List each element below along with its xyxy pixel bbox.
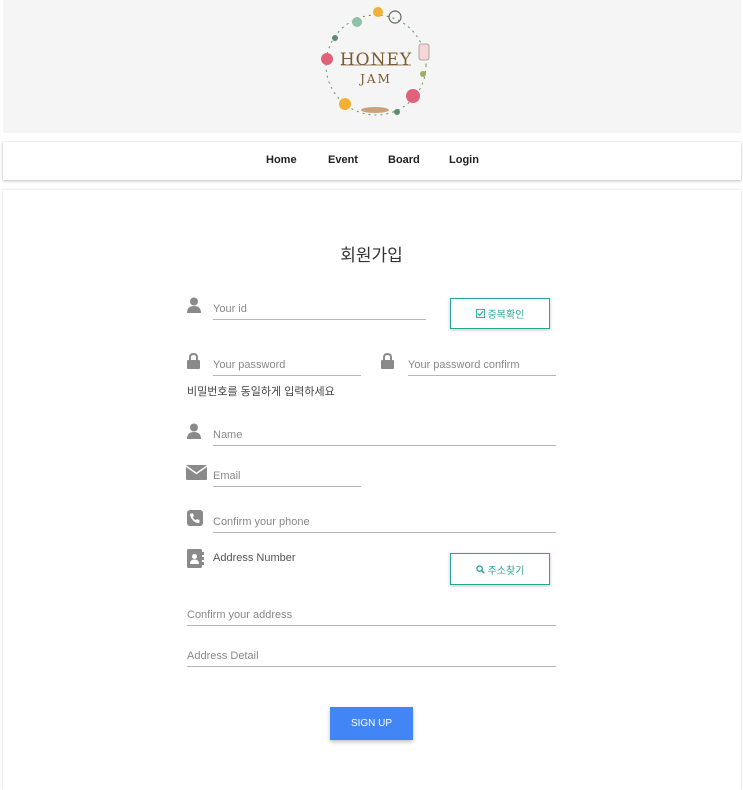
nav-event[interactable]: Event — [328, 154, 358, 166]
logo-text-jam: JAM — [360, 72, 392, 86]
email-input[interactable] — [213, 468, 361, 487]
person-icon — [187, 297, 201, 318]
top-navbar: Home Event Board Login — [3, 142, 741, 180]
address-search-button[interactable]: 주소찾기 — [450, 553, 550, 585]
password-input[interactable] — [213, 357, 361, 376]
address-book-icon — [187, 549, 204, 573]
page-title: 회원가입 — [340, 246, 403, 265]
signup-button[interactable]: SIGN UP — [330, 707, 413, 740]
address-search-label: 주소찾기 — [487, 565, 525, 577]
password-confirm-input[interactable] — [408, 357, 556, 376]
person-icon — [187, 423, 201, 444]
address-number-label[interactable]: Address Number — [213, 552, 296, 564]
checkbox-check-icon — [475, 309, 485, 318]
password-hint: 비밀번호를 동일하게 입력하세요 — [187, 386, 335, 398]
lock-icon — [187, 352, 200, 374]
nav-login[interactable]: Login — [449, 154, 479, 166]
header-banner: HONEY JAM — [3, 0, 741, 133]
nav-board[interactable]: Board — [388, 154, 420, 166]
logo-text-honey: HONEY — [339, 50, 413, 70]
nav-home[interactable]: Home — [266, 154, 297, 166]
duplicate-check-label: 중복확인 — [487, 310, 525, 321]
envelope-icon — [185, 465, 208, 485]
address-detail-input[interactable] — [187, 648, 556, 667]
id-input[interactable] — [213, 301, 426, 320]
search-icon — [475, 564, 485, 574]
signup-card — [3, 190, 741, 790]
honey-jam-logo[interactable]: HONEY JAM — [315, 4, 437, 126]
duplicate-check-button[interactable]: 중복확인 — [450, 298, 550, 329]
address-confirm-input[interactable] — [187, 607, 556, 626]
name-input[interactable] — [213, 427, 556, 446]
lock-icon — [381, 352, 394, 374]
phone-icon — [187, 510, 203, 531]
phone-input[interactable] — [213, 514, 556, 533]
